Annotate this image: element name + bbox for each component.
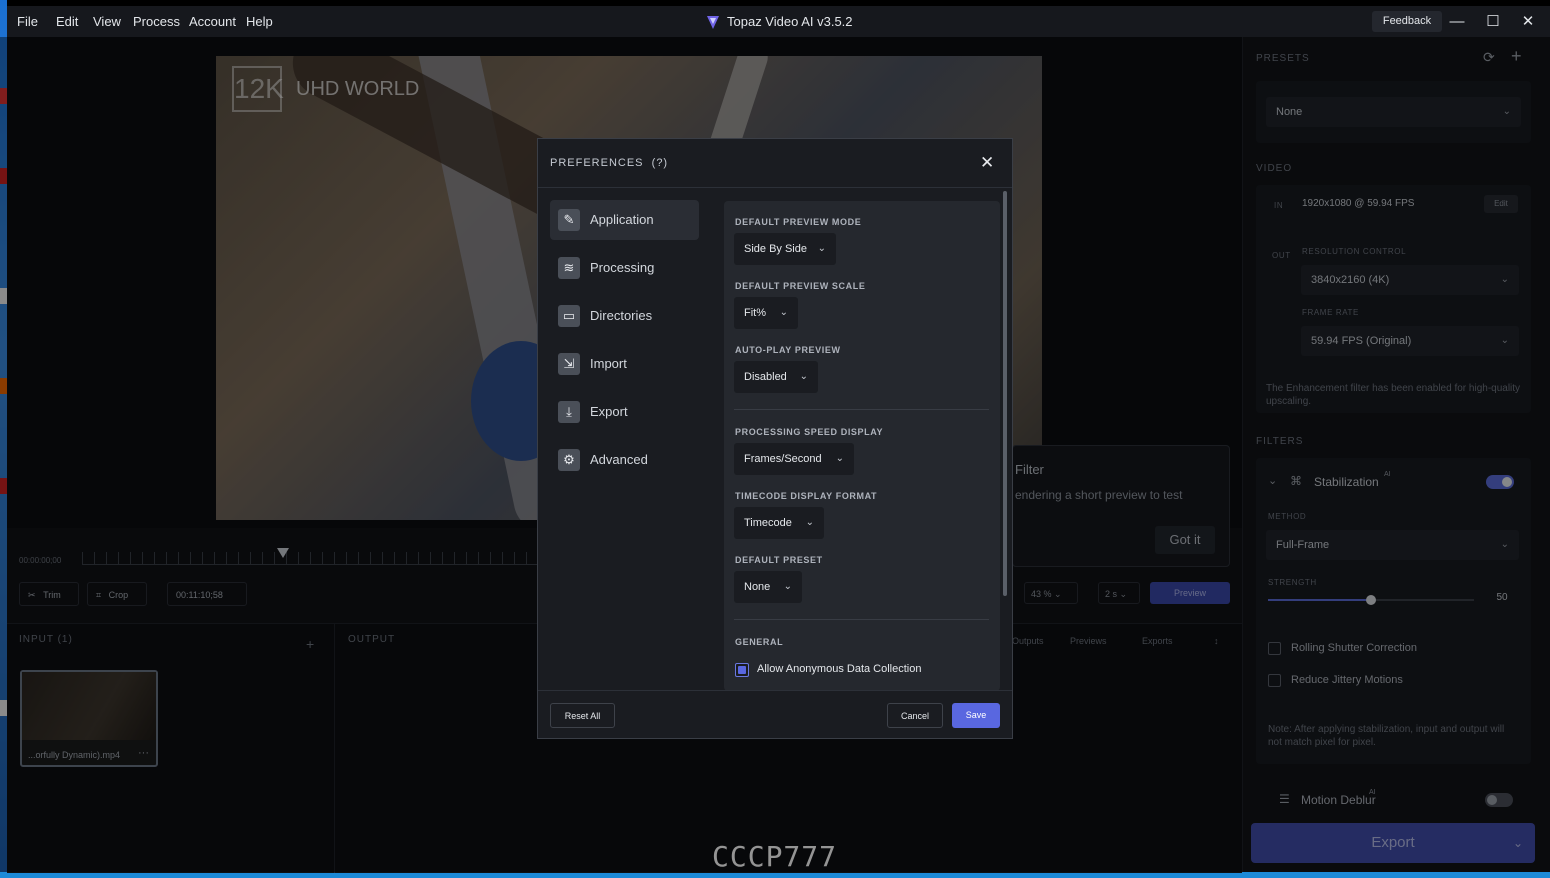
default-preview-scale-label: DEFAULT PREVIEW SCALE xyxy=(735,281,866,291)
default-preview-mode-select[interactable]: Side By Side ⌄ xyxy=(734,233,836,265)
menu-account[interactable]: Account xyxy=(189,14,236,29)
close-window-icon[interactable]: ✕ xyxy=(1518,12,1538,32)
nav-label: Directories xyxy=(590,308,653,323)
default-preset-label: DEFAULT PRESET xyxy=(735,555,823,565)
chevron-down-icon: ⌄ xyxy=(779,307,788,318)
select-value: Side By Side xyxy=(744,243,807,255)
close-icon[interactable]: ✕ xyxy=(980,153,994,173)
nav-export[interactable]: ⤓ Export xyxy=(550,392,699,432)
nav-label: Export xyxy=(590,404,628,419)
nav-processing[interactable]: ≋ Processing xyxy=(550,248,699,288)
select-value: Fit% xyxy=(744,307,766,319)
menu-edit[interactable]: Edit xyxy=(56,14,78,29)
default-preset-select[interactable]: None ⌄ xyxy=(734,571,802,603)
chevron-down-icon: ⌄ xyxy=(799,371,808,382)
nav-label: Import xyxy=(590,356,627,371)
cancel-button[interactable]: Cancel xyxy=(887,703,943,728)
nav-label: Application xyxy=(590,212,654,227)
default-preview-scale-select[interactable]: Fit% ⌄ xyxy=(734,297,798,329)
minimize-icon[interactable]: — xyxy=(1447,12,1467,32)
download-icon: ⤓ xyxy=(558,401,580,423)
menu-file[interactable]: File xyxy=(17,14,38,29)
processing-icon: ≋ xyxy=(558,257,580,279)
menu-process[interactable]: Process xyxy=(133,14,180,29)
feedback-button[interactable]: Feedback xyxy=(1372,11,1442,32)
divider xyxy=(538,690,1012,691)
chevron-down-icon: ⌄ xyxy=(805,517,814,528)
timecode-format-select[interactable]: Timecode ⌄ xyxy=(734,507,824,539)
divider xyxy=(538,187,1012,188)
select-value: None xyxy=(744,581,771,593)
timecode-format-label: TIMECODE DISPLAY FORMAT xyxy=(735,491,878,501)
title-bar: File Edit View Process Account Help Topa… xyxy=(7,6,1550,37)
reset-all-button[interactable]: Reset All xyxy=(550,703,615,728)
select-value: Frames/Second xyxy=(744,453,822,465)
divider xyxy=(734,409,989,410)
general-label: GENERAL xyxy=(735,637,784,647)
menu-help[interactable]: Help xyxy=(246,14,273,29)
speed-display-select[interactable]: Frames/Second ⌄ xyxy=(734,443,854,475)
nav-directories[interactable]: ▭ Directories xyxy=(550,296,699,336)
chevron-down-icon: ⌄ xyxy=(835,453,844,464)
help-icon[interactable]: (?) xyxy=(652,157,668,169)
anonymous-data-checkbox[interactable] xyxy=(735,663,749,677)
auto-play-label: AUTO-PLAY PREVIEW xyxy=(735,345,841,355)
nav-application[interactable]: ✎ Application xyxy=(550,200,699,240)
preferences-dialog: PREFERENCES (?) ✕ ✎ Application ≋ Proces… xyxy=(537,138,1013,739)
default-preview-mode-label: DEFAULT PREVIEW MODE xyxy=(735,217,862,227)
dialog-title-text: PREFERENCES xyxy=(550,157,644,169)
chevron-down-icon: ⌄ xyxy=(783,581,792,592)
nav-advanced[interactable]: ⚙ Advanced xyxy=(550,440,699,480)
menu-view[interactable]: View xyxy=(93,14,121,29)
settings-scrollbar[interactable] xyxy=(1003,191,1007,596)
nav-label: Advanced xyxy=(590,452,648,467)
app-title: Topaz Video AI v3.5.2 xyxy=(727,14,853,29)
anonymous-data-label: Allow Anonymous Data Collection xyxy=(757,663,922,675)
select-value: Timecode xyxy=(744,517,792,529)
topaz-logo-icon xyxy=(707,16,719,29)
divider xyxy=(734,619,989,620)
nav-label: Processing xyxy=(590,260,655,275)
chevron-down-icon: ⌄ xyxy=(817,243,826,254)
nav-import[interactable]: ⇲ Import xyxy=(550,344,699,384)
dialog-title: PREFERENCES (?) xyxy=(550,157,668,169)
auto-play-select[interactable]: Disabled ⌄ xyxy=(734,361,818,393)
application-settings: DEFAULT PREVIEW MODE Side By Side ⌄ DEFAU… xyxy=(724,201,1000,691)
import-icon: ⇲ xyxy=(558,353,580,375)
save-button[interactable]: Save xyxy=(952,703,1000,728)
folder-icon: ▭ xyxy=(558,305,580,327)
application-icon: ✎ xyxy=(558,209,580,231)
speed-display-label: PROCESSING SPEED DISPLAY xyxy=(735,427,884,437)
advanced-icon: ⚙ xyxy=(558,449,580,471)
select-value: Disabled xyxy=(744,371,787,383)
maximize-icon[interactable]: ☐ xyxy=(1483,12,1503,32)
